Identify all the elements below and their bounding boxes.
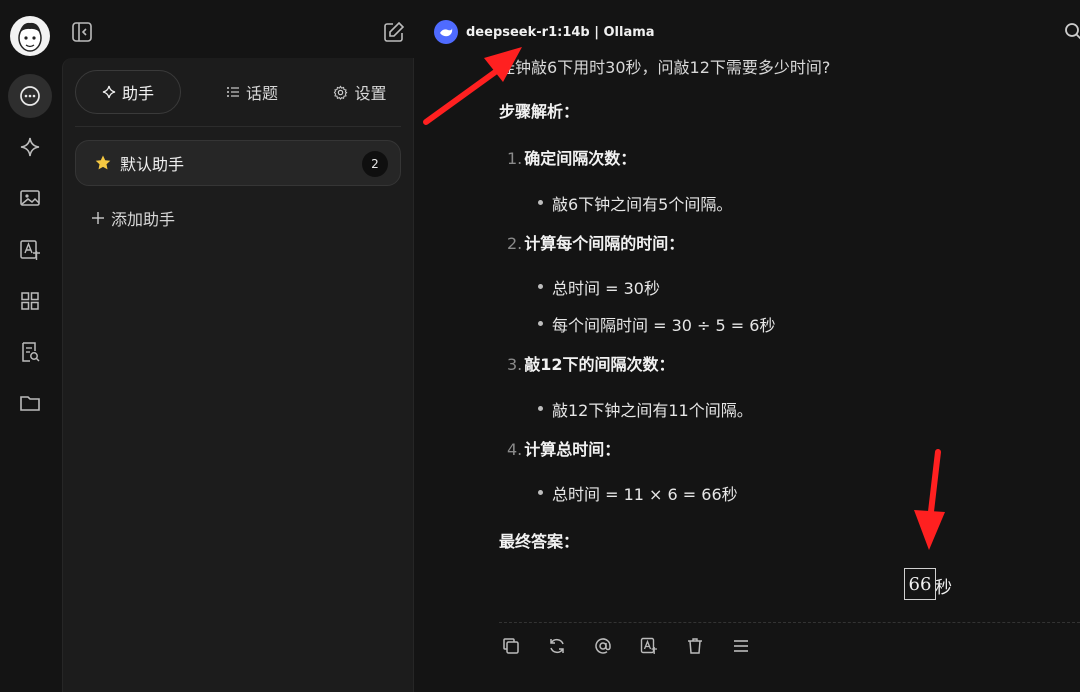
step-bullet: 总时间 = 11 × 6 = 66秒 <box>552 485 738 504</box>
step-title: 3. 敲12下的间隔次数： <box>507 355 675 374</box>
sparkle-icon <box>102 85 116 99</box>
tab-label: 设置 <box>354 84 387 103</box>
add-assistant-label: 添加助手 <box>111 210 176 229</box>
chat-message-area: 挂钟敲6下用时30秒，问敲12下需要多少时间? 步骤解析： 1. 确定间隔次数： … <box>415 46 1080 692</box>
bullet-dot <box>538 200 543 205</box>
topic-count-badge: 2 <box>362 151 388 177</box>
icon-rail <box>0 62 60 692</box>
tab-assistants[interactable]: 助手 <box>75 70 181 114</box>
step-bullet: 敲6下钟之间有5个间隔。 <box>552 195 733 214</box>
apps-grid-icon[interactable] <box>17 288 43 314</box>
sparkle-icon[interactable] <box>17 134 43 160</box>
step-bullet: 敲12下钟之间有11个间隔。 <box>552 401 753 420</box>
step-bullet: 总时间 = 30秒 <box>552 279 660 298</box>
list-icon <box>226 87 239 97</box>
copy-icon[interactable] <box>499 634 523 658</box>
add-assistant-button[interactable]: 添加助手 <box>91 206 175 230</box>
final-answer-heading: 最终答案： <box>499 532 580 551</box>
final-answer-unit: 秒 <box>935 578 952 598</box>
translate-icon[interactable] <box>637 634 661 658</box>
step-title: 1. 确定间隔次数： <box>507 149 637 168</box>
question-text: 挂钟敲6下用时30秒，问敲12下需要多少时间? <box>499 58 831 77</box>
knowledge-search-icon[interactable] <box>17 339 43 365</box>
panel-tabs: 助手 话题 设置 <box>75 70 401 116</box>
folder-icon[interactable] <box>17 390 43 416</box>
bullet-dot <box>538 284 543 289</box>
delete-icon[interactable] <box>683 634 707 658</box>
menu-icon[interactable] <box>729 634 753 658</box>
tab-label: 助手 <box>121 84 154 103</box>
mention-icon[interactable] <box>591 634 615 658</box>
step-bullet: 每个间隔时间 = 30 ÷ 5 = 6秒 <box>552 316 776 335</box>
collapse-sidebar-icon[interactable] <box>70 20 94 44</box>
star-icon <box>95 155 111 170</box>
bullet-dot <box>538 490 543 495</box>
translate-icon[interactable] <box>17 237 43 263</box>
divider <box>75 126 401 127</box>
search-icon[interactable] <box>1062 20 1080 42</box>
divider <box>499 622 1080 623</box>
tab-topics[interactable]: 话题 <box>207 70 297 114</box>
regenerate-icon[interactable] <box>545 634 569 658</box>
tab-settings[interactable]: 设置 <box>315 70 405 114</box>
final-answer-boxed: 66 <box>904 568 936 600</box>
user-avatar[interactable] <box>10 16 50 56</box>
step-title: 4. 计算总时间： <box>507 440 621 459</box>
deepseek-logo-icon <box>434 20 458 44</box>
image-icon[interactable] <box>17 185 43 211</box>
tab-label: 话题 <box>245 84 278 103</box>
assistants-panel: 助手 话题 设置 默认助手 2 添加助手 <box>62 58 414 692</box>
assistant-item-default[interactable]: 默认助手 2 <box>75 140 401 186</box>
model-selector[interactable]: deepseek-r1:14b | Ollama <box>434 19 655 45</box>
model-name: deepseek-r1:14b | Ollama <box>466 24 655 40</box>
plus-icon <box>92 212 104 224</box>
step-title: 2. 计算每个间隔的时间： <box>507 234 685 253</box>
new-chat-edit-icon[interactable] <box>382 20 406 44</box>
steps-heading: 步骤解析： <box>499 102 580 121</box>
gear-icon <box>334 84 348 100</box>
chat-icon[interactable] <box>8 74 52 118</box>
assistant-name: 默认助手 <box>120 155 185 174</box>
bullet-dot <box>538 406 543 411</box>
bullet-dot <box>538 321 543 326</box>
